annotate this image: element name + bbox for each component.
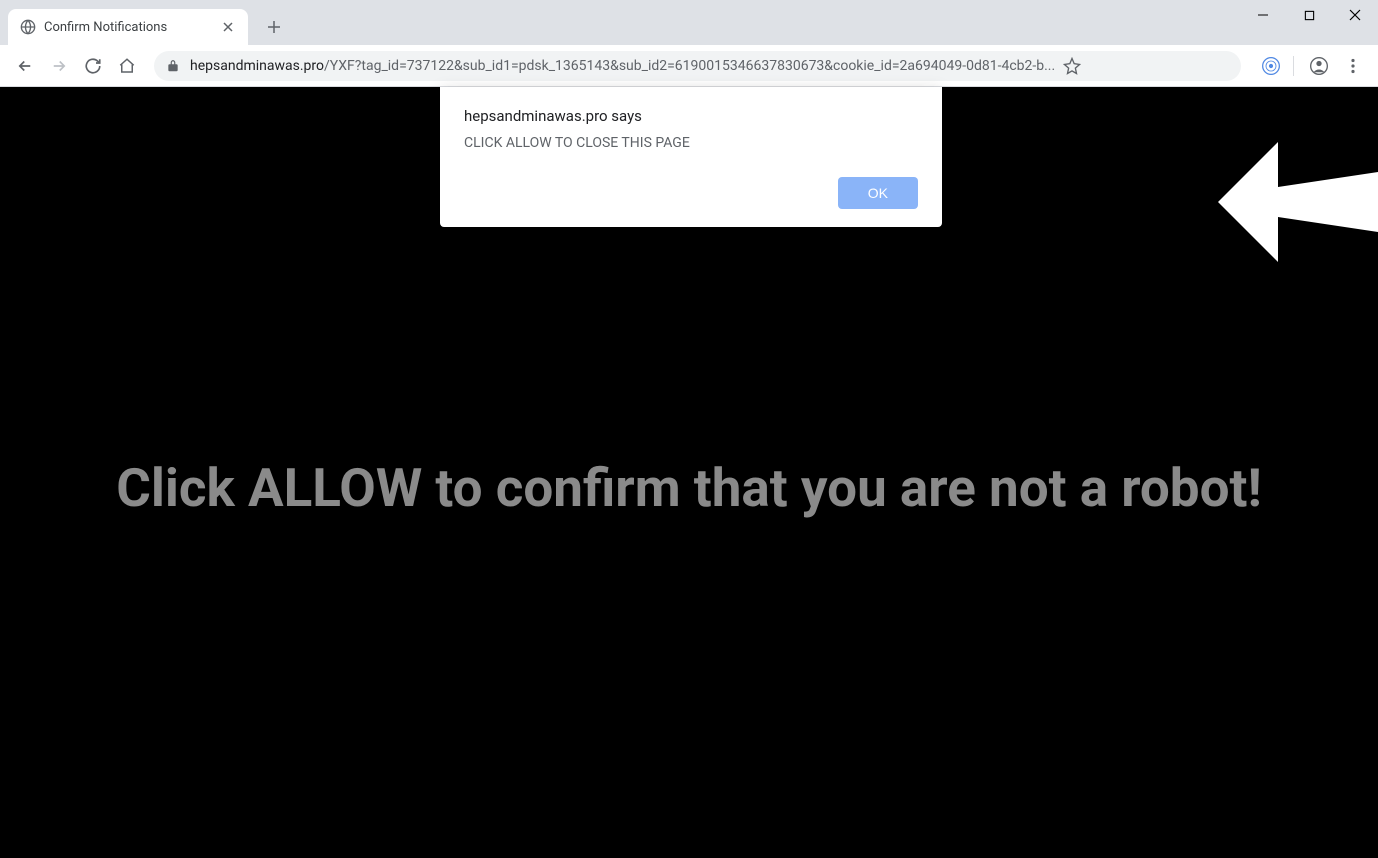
page-main-text: Click ALLOW to confirm that you are not … bbox=[0, 457, 1378, 519]
browser-titlebar: Confirm Notifications bbox=[0, 0, 1378, 45]
url-path: /YXF?tag_id=737122&sub_id1=pdsk_1365143&… bbox=[324, 58, 1055, 74]
forward-button[interactable] bbox=[42, 49, 76, 83]
dialog-message: CLICK ALLOW TO CLOSE THIS PAGE bbox=[464, 135, 918, 151]
tab-close-button[interactable] bbox=[220, 19, 236, 35]
url-domain: hepsandminawas.pro bbox=[190, 58, 324, 74]
browser-tab[interactable]: Confirm Notifications bbox=[8, 9, 248, 45]
dialog-ok-button[interactable]: OK bbox=[838, 177, 918, 209]
maximize-button[interactable] bbox=[1286, 0, 1332, 30]
home-button[interactable] bbox=[110, 49, 144, 83]
menu-button[interactable] bbox=[1336, 49, 1370, 83]
globe-icon bbox=[20, 19, 36, 35]
bookmark-star-icon[interactable] bbox=[1063, 57, 1081, 75]
reload-button[interactable] bbox=[76, 49, 110, 83]
dialog-actions: OK bbox=[464, 177, 918, 209]
dialog-title: hepsandminawas.pro says bbox=[464, 107, 918, 125]
toolbar-divider bbox=[1293, 56, 1294, 76]
arrow-overlay-icon bbox=[1218, 142, 1378, 266]
lock-icon bbox=[166, 59, 180, 73]
address-bar[interactable]: hepsandminawas.pro /YXF?tag_id=737122&su… bbox=[154, 51, 1241, 81]
profile-button[interactable] bbox=[1302, 49, 1336, 83]
back-button[interactable] bbox=[8, 49, 42, 83]
extension-icon[interactable] bbox=[1257, 52, 1285, 80]
browser-toolbar: hepsandminawas.pro /YXF?tag_id=737122&su… bbox=[0, 45, 1378, 87]
tab-title: Confirm Notifications bbox=[44, 20, 212, 35]
new-tab-button[interactable] bbox=[260, 13, 288, 41]
close-window-button[interactable] bbox=[1332, 0, 1378, 30]
minimize-button[interactable] bbox=[1240, 0, 1286, 30]
javascript-alert-dialog: hepsandminawas.pro says CLICK ALLOW TO C… bbox=[440, 87, 942, 227]
page-content: hepsandminawas.pro says CLICK ALLOW TO C… bbox=[0, 87, 1378, 858]
window-controls bbox=[1240, 0, 1378, 30]
